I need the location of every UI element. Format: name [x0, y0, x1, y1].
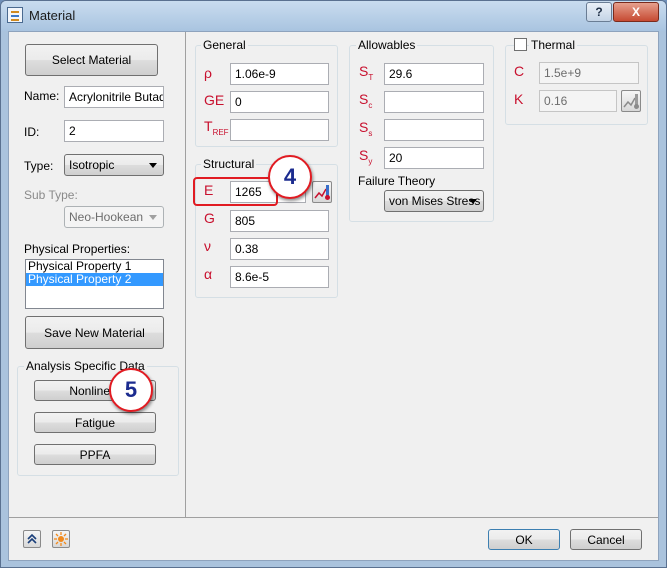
type-select[interactable]: Isotropic [64, 154, 164, 176]
ge-field[interactable]: 0 [230, 91, 329, 113]
st-subscript: T [368, 72, 374, 82]
physical-properties-label: Physical Properties: [24, 242, 131, 256]
ss-letter: S [359, 119, 369, 135]
fatigue-button[interactable]: Fatigue [34, 412, 156, 433]
failure-theory-label: Failure Theory [358, 174, 436, 188]
callout-4: 4 [268, 155, 312, 199]
collapse-up-icon [27, 533, 37, 544]
temperature-graph-button[interactable] [312, 181, 332, 203]
collapse-up-button[interactable] [23, 530, 41, 548]
sy-subscript: y [368, 156, 373, 166]
list-item[interactable]: Physical Property 2 [26, 273, 163, 286]
shear-strength-field[interactable] [384, 119, 484, 141]
rho-symbol: ρ [204, 65, 212, 81]
poisson-ratio-field[interactable]: 0.38 [230, 238, 329, 260]
k-symbol: K [514, 91, 524, 107]
c-symbol: C [514, 63, 525, 79]
subtype-label: Sub Type: [24, 188, 78, 202]
dialog-client-area: Select Material Name: Acrylonitrile Buta… [8, 31, 659, 561]
thermal-graph-button [621, 90, 641, 112]
elastic-modulus-highlight [193, 177, 278, 206]
select-material-button[interactable]: Select Material [25, 44, 158, 76]
explode-button[interactable] [52, 530, 70, 548]
material-dialog: Material ? X Select Material Name: Acryl… [0, 0, 667, 568]
compressive-strength-field[interactable] [384, 91, 484, 113]
close-button[interactable]: X [613, 2, 659, 22]
type-select-value: Isotropic [69, 158, 115, 172]
ge-symbol: GE [204, 92, 225, 108]
id-field[interactable]: 2 [64, 120, 164, 142]
nu-symbol: ν [204, 238, 211, 254]
ppfa-button[interactable]: PPFA [34, 444, 156, 465]
thermal-checkbox[interactable] [514, 38, 527, 51]
subtype-select: Neo-Hookean [64, 206, 164, 228]
thermal-expansion-field[interactable]: 8.6e-5 [230, 266, 329, 288]
type-label: Type: [24, 159, 54, 173]
structural-title: Structural [201, 157, 257, 171]
subtype-select-value: Neo-Hookean [69, 210, 144, 224]
ss-subscript: s [368, 128, 373, 138]
window-title: Material [29, 8, 76, 23]
name-label: Name: [24, 89, 60, 103]
tref-symbol-letter: T [204, 118, 213, 134]
chevron-down-icon [469, 199, 477, 204]
chevron-down-icon [149, 163, 157, 168]
ss-symbol: Ss [359, 119, 372, 138]
tref-subscript: REF [212, 127, 229, 137]
tref-symbol: TREF [204, 118, 229, 137]
chevron-down-icon [149, 215, 157, 220]
allowables-title: Allowables [356, 38, 418, 52]
failure-theory-value: von Mises Stress [389, 194, 481, 208]
title-bar: Material ? X [1, 1, 666, 31]
failure-theory-select[interactable]: von Mises Stress [384, 190, 484, 212]
sc-symbol: Sc [359, 91, 372, 110]
g-symbol: G [204, 210, 215, 226]
temperature-graph-icon [623, 94, 639, 109]
tensile-strength-field[interactable]: 29.6 [384, 63, 484, 85]
footer-divider [9, 517, 658, 518]
sc-subscript: c [368, 100, 373, 110]
id-label: ID: [24, 125, 40, 139]
ok-button[interactable]: OK [488, 529, 560, 550]
callout-5: 5 [109, 368, 153, 412]
conductivity-field: 0.16 [539, 90, 617, 112]
physical-properties-list[interactable]: Physical Property 1 Physical Property 2 [25, 259, 164, 309]
st-letter: S [359, 63, 369, 79]
help-button[interactable]: ? [586, 2, 612, 22]
yield-strength-field[interactable]: 20 [384, 147, 484, 169]
material-app-icon [7, 7, 23, 23]
sy-symbol: Sy [359, 147, 372, 166]
temperature-graph-icon [314, 185, 330, 200]
st-symbol: ST [359, 63, 373, 82]
name-field[interactable]: Acrylonitrile Butadie [64, 86, 164, 108]
cancel-button[interactable]: Cancel [570, 529, 642, 550]
alpha-symbol: α [204, 266, 213, 282]
thermal-title: Thermal [529, 38, 578, 52]
panel-divider [185, 32, 186, 517]
shear-modulus-field[interactable]: 805 [230, 210, 329, 232]
save-new-material-button[interactable]: Save New Material [25, 316, 164, 349]
sc-letter: S [359, 91, 369, 107]
tref-field[interactable] [230, 119, 329, 141]
explode-icon [54, 532, 68, 546]
sy-letter: S [359, 147, 369, 163]
specific-heat-field: 1.5e+9 [539, 62, 639, 84]
general-title: General [201, 38, 248, 52]
density-field[interactable]: 1.06e-9 [230, 63, 329, 85]
